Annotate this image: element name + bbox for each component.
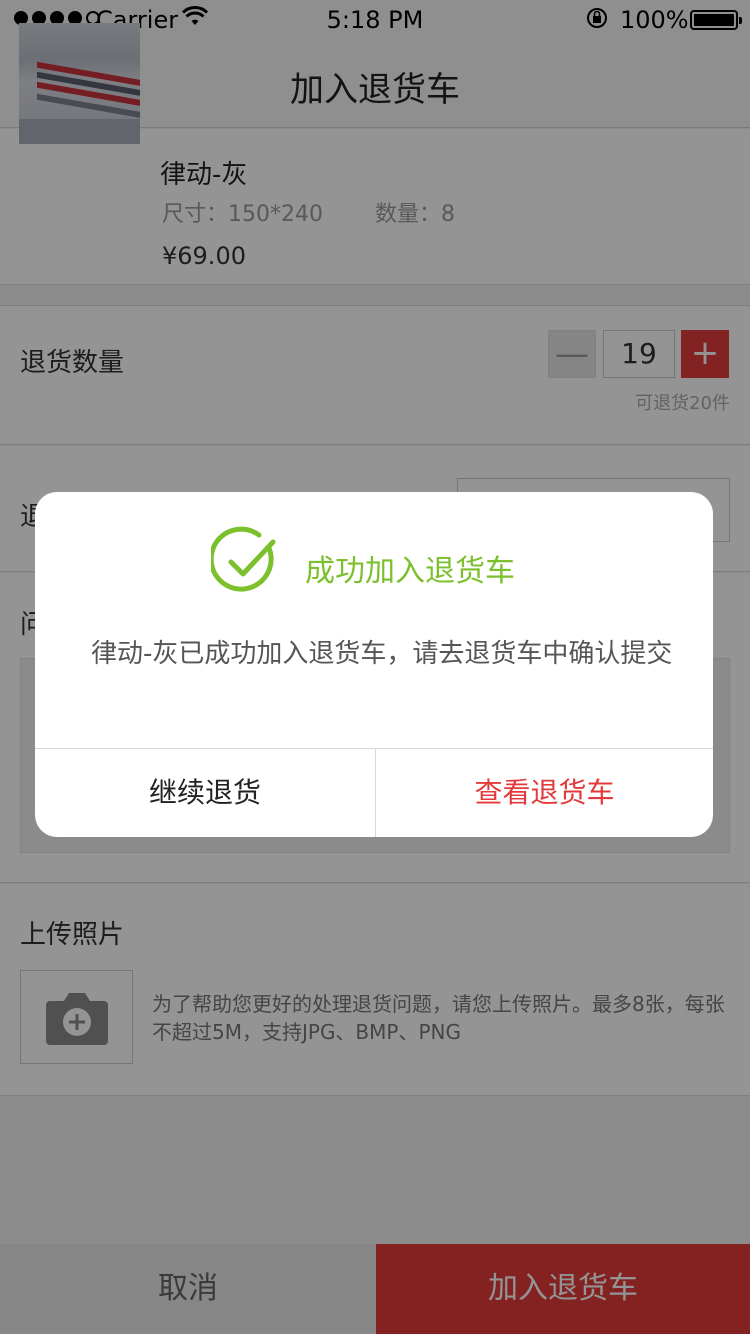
dialog-message: 律动-灰已成功加入退货车，请去退货车中确认提交	[91, 639, 673, 669]
success-dialog: 成功加入退货车 律动-灰已成功加入退货车，请去退货车中确认提交 继续退货 查看退…	[35, 492, 713, 837]
dialog-title: 成功加入退货车	[305, 554, 515, 589]
continue-return-button[interactable]: 继续退货	[35, 749, 375, 837]
success-check-icon	[208, 526, 283, 598]
view-return-cart-button[interactable]: 查看退货车	[376, 749, 713, 837]
